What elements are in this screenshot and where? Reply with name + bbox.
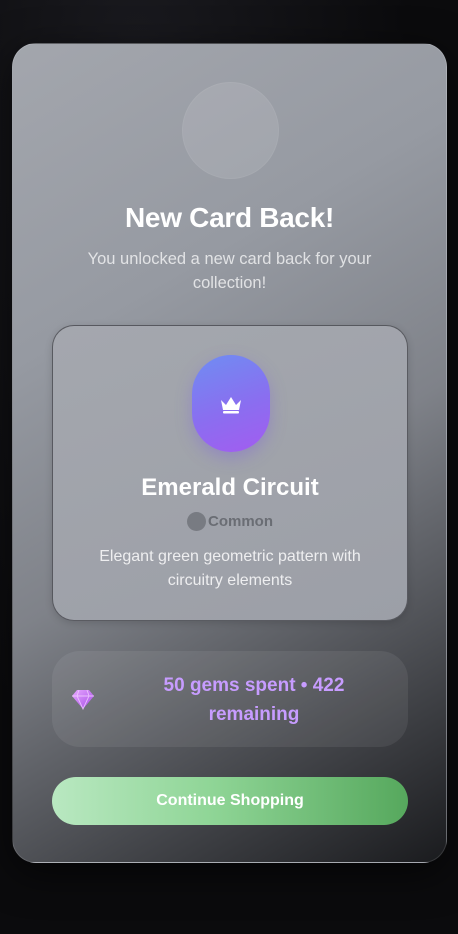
modal-title: New Card Back! <box>125 202 334 233</box>
rarity-dot-icon <box>187 512 206 531</box>
card-badge <box>192 355 270 452</box>
gem-balance: 50 gems spent • 422 remaining <box>52 651 408 747</box>
card-description: Elegant green geometric pattern with cir… <box>99 548 361 589</box>
continue-shopping-button[interactable]: Continue Shopping <box>52 777 408 825</box>
modal-header-circle <box>182 82 279 179</box>
crown-icon <box>221 396 241 413</box>
card-back-preview: Emerald Circuit Common Elegant green geo… <box>52 325 408 621</box>
unlock-modal: New Card Back! You unlocked a new card b… <box>12 43 447 863</box>
gem-status-text: 50 gems spent • 422 remaining <box>163 675 345 725</box>
rarity-badge: Common <box>53 512 407 531</box>
rarity-label: Common <box>208 513 273 530</box>
gem-icon <box>72 689 94 711</box>
card-name: Emerald Circuit <box>141 474 319 501</box>
modal-subtitle: You unlocked a new card back for your co… <box>87 250 372 292</box>
